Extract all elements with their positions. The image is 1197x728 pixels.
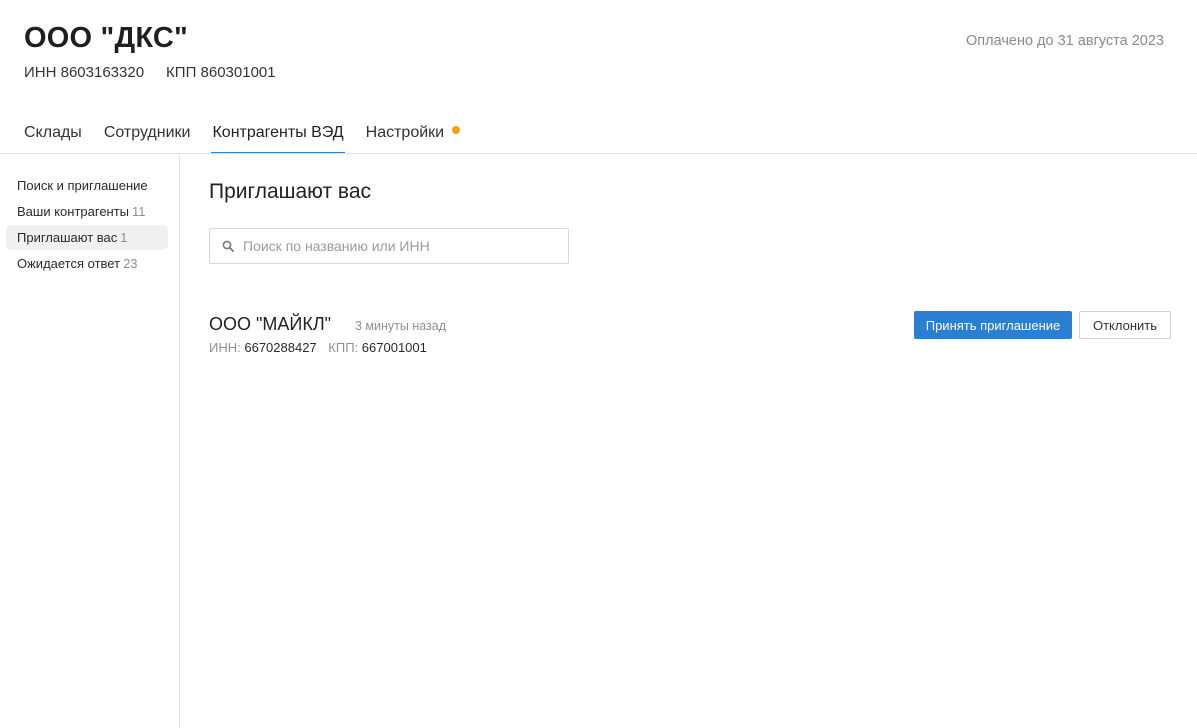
main-tabs: Склады Сотрудники Контрагенты ВЭД Настро… [24,112,482,154]
sidebar-item-count: 1 [120,230,128,245]
search-input[interactable] [243,229,563,263]
tab-employees[interactable]: Сотрудники [104,112,191,154]
company-name: ООО "ДКС" [24,22,188,54]
tab-label: Сотрудники [103,124,191,141]
tab-warehouses[interactable]: Склады [24,112,82,154]
page-title: Приглашают вас [209,180,372,203]
sidebar: Поиск и приглашение Ваши контрагенты 11 П… [0,154,180,728]
subscription-paid-until: Оплачено до 31 августа 2023 [966,33,1164,49]
accept-invite-button[interactable]: Принять приглашение [914,311,1072,339]
sidebar-item-search-invite[interactable]: Поиск и приглашение [6,173,168,198]
page-header: ООО "ДКС" ИНН 8603163320 КПП 860301001 Оп… [0,0,1197,154]
tab-settings[interactable]: Настройки [365,112,461,154]
company-ids: ИНН 8603163320 КПП 860301001 [24,64,276,81]
tab-label: Склады [24,124,82,141]
sidebar-item-label: Ваши контрагенты [17,204,130,219]
sidebar-item-label: Ожидается ответ [17,256,121,271]
invite-ids: ИНН: 6670288427 КПП: 667001001 [209,340,435,355]
sidebar-item-your-counterparties[interactable]: Ваши контрагенты 11 [6,199,168,224]
sidebar-item-awaiting-response[interactable]: Ожидается ответ 23 [6,251,168,276]
invite-kpp-label: КПП: [328,340,359,355]
tab-label: Настройки [365,124,445,141]
search-icon [222,240,234,252]
sidebar-item-label: Приглашают вас [17,230,118,245]
search-box [209,228,569,264]
tab-label: Контрагенты ВЭД [212,124,344,141]
invite-inn-label: ИНН: [209,340,241,355]
sidebar-item-invited-you[interactable]: Приглашают вас 1 [6,225,168,250]
notification-dot-icon [452,126,461,134]
sidebar-item-count: 11 [132,204,146,219]
invite-time: 3 минуты назад [355,319,447,333]
main-content: Приглашают вас ООО "МАЙКЛ" 3 минуты наза… [209,154,1171,728]
invite-kpp: 667001001 [361,340,427,355]
sidebar-item-label: Поиск и приглашение [17,178,148,193]
decline-invite-button[interactable]: Отклонить [1079,311,1171,339]
invite-company-name: ООО "МАЙКЛ" [209,314,332,334]
invite-inn: 6670288427 [244,340,317,355]
company-inn: ИНН 8603163320 [24,64,145,81]
company-kpp: КПП 860301001 [166,64,276,81]
sidebar-item-count: 23 [123,256,138,271]
tab-counterparties[interactable]: Контрагенты ВЭД [211,112,345,154]
